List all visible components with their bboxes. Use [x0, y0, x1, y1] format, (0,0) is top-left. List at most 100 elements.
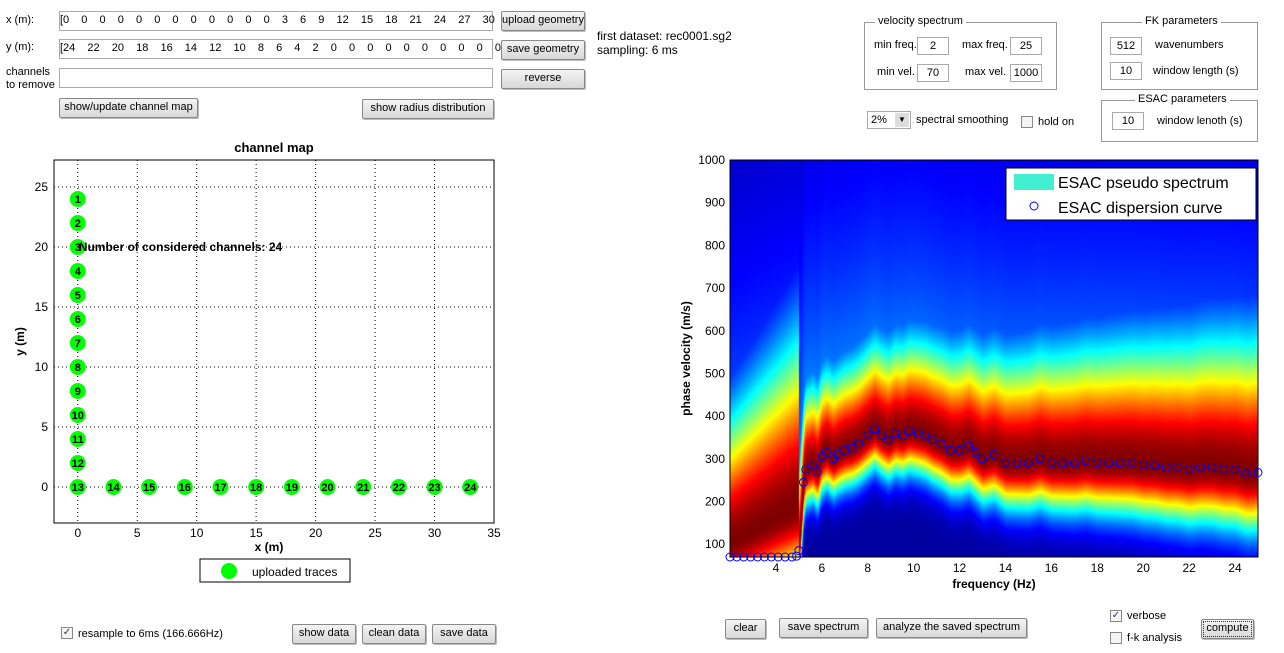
- max-freq-input[interactable]: 25: [1010, 37, 1042, 55]
- upload-geometry-button[interactable]: upload geometry: [501, 11, 585, 31]
- x-tick-label: 12: [953, 561, 967, 575]
- channel-label: 2: [75, 218, 81, 230]
- show-radius-distribution-button[interactable]: show radius distribution: [362, 99, 494, 119]
- legend-marker: [221, 563, 237, 579]
- y-tick-label: 100: [705, 537, 725, 551]
- verbose-label: verbose: [1127, 610, 1167, 622]
- x-tick-label: 0: [74, 526, 81, 540]
- sampling-text: sampling: 6 ms: [597, 43, 678, 57]
- channel-label: 9: [75, 386, 81, 398]
- x-coordinates-input[interactable]: [0 0 0 0 0 0 0 0 0 0 0 0 3 6 9 12 15 18 …: [59, 11, 522, 31]
- min-freq-input[interactable]: 2: [917, 37, 949, 55]
- group-title: velocity spectrum: [875, 15, 966, 27]
- dispersion-chart: 4 6 8 10 12 14 16 18 20 22 24 100 200 300 400 500 600 700…: [679, 153, 1263, 591]
- dispersion-point: [1230, 464, 1240, 474]
- hold-on-label: hold on: [1038, 116, 1075, 128]
- fk-window-label: window length (s): [1153, 65, 1239, 77]
- chevron-down-icon[interactable]: ▼: [895, 113, 909, 127]
- channel-label: 16: [179, 482, 191, 494]
- show-channel-map-button[interactable]: show/update channel map: [59, 98, 198, 118]
- dispersion-point: [904, 426, 914, 436]
- dispersion-point: [927, 435, 937, 445]
- dispersion-point: [955, 445, 965, 455]
- dispersion-point: [1035, 454, 1045, 464]
- reverse-button[interactable]: reverse: [501, 69, 585, 89]
- first-dataset-text: first dataset: rec0001.sg2: [597, 29, 732, 43]
- hold-on-checkbox[interactable]: [1021, 116, 1033, 128]
- legend-label: ESAC dispersion curve: [1058, 200, 1223, 217]
- dispersion-point: [1207, 462, 1217, 472]
- x-tick-label: 8: [864, 561, 871, 575]
- show-data-button[interactable]: show data: [292, 624, 356, 644]
- chart-title: channel map: [234, 140, 314, 155]
- channel-label: 11: [72, 434, 84, 446]
- max-vel-input[interactable]: 1000: [1010, 64, 1042, 82]
- channel-label: 12: [72, 458, 84, 470]
- x-tick-label: 24: [1228, 561, 1242, 575]
- dispersion-point: [863, 430, 873, 440]
- x-tick-label: 30: [428, 526, 442, 540]
- channel-label: 10: [72, 410, 84, 422]
- dispersion-point: [1000, 458, 1010, 468]
- fk-window-input[interactable]: 10: [1110, 62, 1142, 80]
- x-tick-label: 25: [368, 526, 382, 540]
- x-tick-label: 5: [134, 526, 141, 540]
- fk-analysis-checkbox[interactable]: [1110, 632, 1122, 644]
- channel-label: 24: [464, 482, 477, 494]
- dispersion-point: [1023, 458, 1033, 468]
- x-tick-label: 6: [818, 561, 825, 575]
- y-axis-label: y (m): [13, 327, 27, 356]
- dispersion-point: [821, 447, 831, 457]
- dispersion-point: [1058, 458, 1068, 468]
- esac-window-input[interactable]: 10: [1112, 112, 1144, 130]
- channel-label: 18: [250, 482, 262, 494]
- analyze-saved-spectrum-button[interactable]: analyze the saved spectrum: [876, 618, 1027, 638]
- legend-swatch: [1014, 174, 1054, 190]
- dispersion-point: [1161, 462, 1171, 472]
- save-spectrum-button[interactable]: save spectrum: [779, 618, 868, 638]
- clear-button[interactable]: clear: [725, 619, 766, 639]
- dispersion-point: [964, 441, 974, 451]
- x-tick-label: 35: [487, 526, 501, 540]
- channel-label: 5: [75, 290, 81, 302]
- dispersion-point: [1219, 464, 1229, 474]
- dispersion-point: [936, 439, 946, 449]
- y-coordinates-input[interactable]: [24 22 20 18 16 14 12 10 8 6 4 2 0 0 0 0…: [59, 39, 540, 59]
- dispersion-point: [828, 454, 838, 464]
- min-vel-label: min vel.: [877, 66, 915, 78]
- compute-button[interactable]: compute: [1201, 619, 1254, 639]
- y-tick-label: 15: [35, 300, 49, 314]
- clean-data-button[interactable]: clean data: [362, 624, 426, 644]
- channel-label: 1: [75, 194, 81, 206]
- y-label: y (m):: [6, 41, 35, 53]
- smoothing-value: 2%: [871, 114, 887, 126]
- dispersion-point: [1012, 458, 1022, 468]
- smoothing-label: spectral smoothing: [916, 114, 1009, 126]
- dispersion-point: [817, 452, 827, 462]
- verbose-checkbox[interactable]: ✓: [1110, 610, 1122, 622]
- channels-remove-input[interactable]: [59, 68, 493, 88]
- dispersion-point: [870, 424, 880, 434]
- channels-remove-label: channels to remove: [6, 66, 55, 91]
- resample-checkbox[interactable]: ✓: [61, 627, 73, 639]
- y-axis-label: phase velocity (m/s): [679, 301, 693, 416]
- dispersion-point: [883, 435, 893, 445]
- dispersion-point: [1092, 458, 1102, 468]
- x-label: x (m):: [6, 14, 35, 26]
- y-tick-label: 300: [705, 452, 725, 466]
- x-tick-label: 10: [907, 561, 921, 575]
- dispersion-point: [978, 454, 988, 464]
- y-tick-label: 0: [41, 480, 48, 494]
- dispersion-point: [1184, 464, 1194, 474]
- x-tick-label: 16: [1045, 561, 1059, 575]
- dispersion-point: [1242, 469, 1252, 479]
- dispersion-point: [989, 450, 999, 460]
- save-data-button[interactable]: save data: [432, 624, 496, 644]
- save-geometry-button[interactable]: save geometry: [501, 40, 585, 60]
- resample-label: resample to 6ms (166.666Hz): [78, 628, 223, 640]
- min-vel-input[interactable]: 70: [917, 64, 949, 82]
- channel-label: 23: [428, 482, 440, 494]
- wavenumbers-input[interactable]: 512: [1110, 37, 1142, 55]
- smoothing-select[interactable]: 2% ▼: [867, 111, 911, 129]
- x-tick-label: 15: [249, 526, 263, 540]
